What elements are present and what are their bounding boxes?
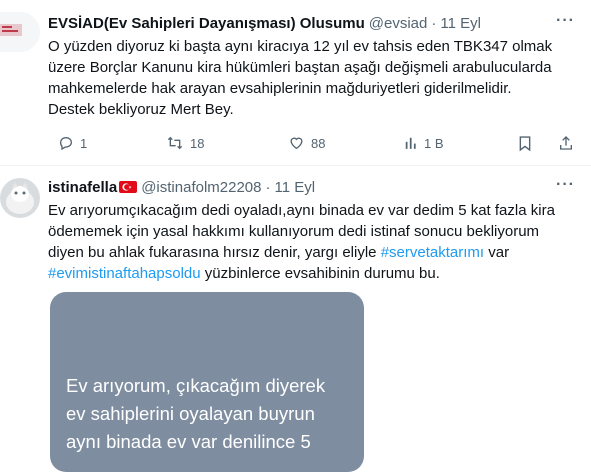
tweet-text: Ev arıyorumçıkacağım dedi oyaladı,aynı b… bbox=[48, 200, 577, 284]
reply-count: 1 bbox=[80, 135, 88, 151]
reply-icon bbox=[59, 136, 73, 151]
tweet-text-line: diyen bu ahlak fukarasına hırsız denir, … bbox=[48, 242, 577, 263]
like-button[interactable]: 88 bbox=[288, 132, 325, 154]
bookmark-button[interactable] bbox=[518, 132, 532, 154]
tweet-text-line: #evimistinaftahapsoldu yüzbinlerce evsah… bbox=[48, 263, 577, 284]
tweet-text-line: mahkemelerde hak arayan evsahiplerinin m… bbox=[48, 80, 512, 97]
tweet-evsiad[interactable]: EVSİAD(Ev Sahipleri Dayanışması) Olusumu… bbox=[0, 0, 591, 166]
tweet-text-line: O yüzden diyoruz ki başta aynı kiracıya … bbox=[48, 38, 553, 55]
views-count: 1 B bbox=[424, 135, 444, 151]
share-icon bbox=[560, 136, 572, 150]
separator-dot: · bbox=[431, 14, 437, 32]
avatar[interactable] bbox=[0, 12, 40, 52]
action-bar: 1 18 88 1 B bbox=[48, 132, 575, 154]
more-options-icon[interactable]: ··· bbox=[556, 12, 575, 30]
user-handle[interactable]: @istinafolm22208 bbox=[141, 179, 261, 196]
tweet-text-line: ödememek için yasal hakkımı kullanıyorum… bbox=[48, 223, 540, 240]
analytics-icon bbox=[405, 137, 416, 149]
retweet-button[interactable]: 18 bbox=[166, 132, 204, 154]
avatar[interactable] bbox=[0, 178, 40, 218]
reply-button[interactable]: 1 bbox=[58, 132, 87, 154]
like-count: 88 bbox=[311, 135, 326, 151]
tweet-text-line: Destek bekliyoruz Mert Bey. bbox=[48, 101, 234, 118]
views-button[interactable]: 1 B bbox=[404, 132, 444, 154]
media-text-line: Ev arıyorum, çıkacağım diyerek bbox=[66, 375, 326, 396]
tweet-text: O yüzden diyoruz ki başta aynı kiracıya … bbox=[48, 36, 577, 120]
turkey-flag-icon bbox=[119, 181, 138, 193]
text-segment: var bbox=[484, 244, 510, 261]
text-segment: yüzbinlerce evsahibinin durumu bu. bbox=[200, 265, 440, 282]
heart-icon bbox=[290, 137, 303, 150]
share-button[interactable] bbox=[558, 132, 574, 154]
display-name[interactable]: EVSİAD(Ev Sahipleri Dayanışması) Olusumu bbox=[48, 15, 365, 32]
separator-dot: · bbox=[265, 178, 271, 196]
media-image[interactable]: Ev arıyorum, çıkacağım diyerek ev sahipl… bbox=[50, 292, 364, 472]
hashtag-link[interactable]: #evimistinaftahapsoldu bbox=[48, 265, 201, 282]
tweet-istinafella[interactable]: istinafella @istinafolm22208 · 11 Eyl ··… bbox=[0, 166, 591, 472]
retweet-count: 18 bbox=[190, 135, 205, 151]
timestamp[interactable]: 11 Eyl bbox=[440, 15, 481, 32]
user-handle[interactable]: @evsiad bbox=[369, 15, 428, 32]
hashtag-link[interactable]: #servetaktarımı bbox=[381, 244, 484, 261]
more-options-icon[interactable]: ··· bbox=[556, 176, 575, 194]
text-segment: diyen bu ahlak fukarasına hırsız denir, … bbox=[48, 244, 381, 261]
timestamp[interactable]: 11 Eyl bbox=[275, 179, 316, 196]
retweet-icon bbox=[167, 136, 183, 150]
tweet-text-line: üzere Borçlar Kanunu kira hükümleri başt… bbox=[48, 59, 552, 76]
media-text-line: ev sahiplerini oyalayan buyrun bbox=[66, 403, 315, 424]
display-name[interactable]: istinafella bbox=[48, 179, 117, 196]
bookmark-icon bbox=[519, 135, 531, 151]
media-caption: Ev arıyorum, çıkacağım diyerek ev sahipl… bbox=[66, 372, 364, 456]
tweet-text-line: Ev arıyorumçıkacağım dedi oyaladı,aynı b… bbox=[48, 202, 555, 219]
